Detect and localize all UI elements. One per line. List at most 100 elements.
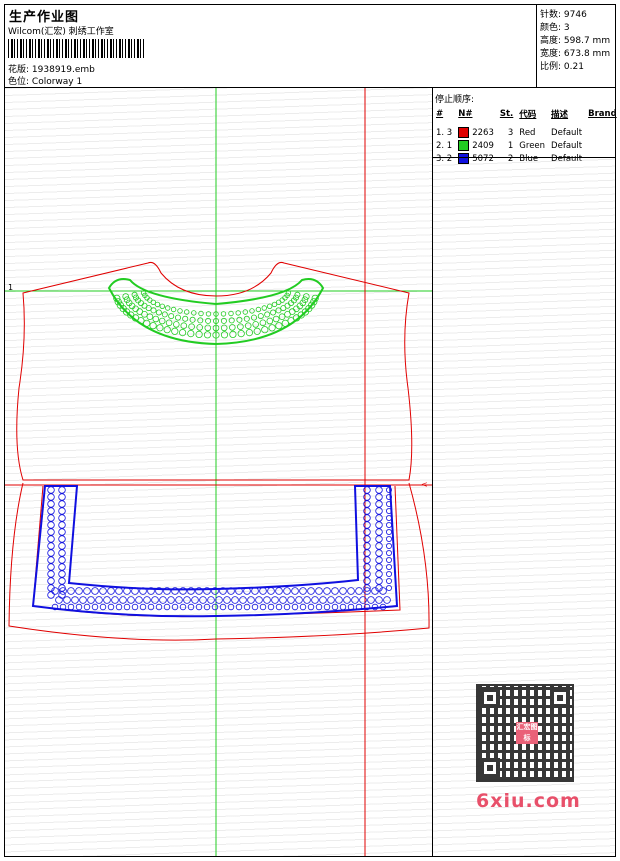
stitch-loop [171, 327, 179, 335]
stitch-loop [375, 507, 383, 515]
stitch-loop [187, 603, 195, 611]
stitch-loop [139, 603, 147, 611]
stitch-loop [47, 500, 55, 508]
stat-value: 0.21 [563, 62, 584, 72]
stitch-loop [197, 317, 204, 324]
stitch-loop [307, 587, 315, 595]
stitch-loop [79, 596, 87, 604]
stitch-loop [228, 317, 235, 324]
stitch-loop [383, 596, 391, 604]
stitch-loop [272, 315, 280, 323]
stitch-loop [375, 556, 383, 564]
stitch-loop [351, 596, 359, 604]
stitch-loop [111, 596, 119, 604]
stitch-loop [75, 587, 83, 595]
barcode [8, 39, 145, 58]
stitch-loop [219, 603, 227, 611]
stitch-loop [115, 603, 123, 611]
stitch-loop [155, 309, 162, 316]
stat-value: 9746 [563, 10, 587, 20]
col-brand: Brand [588, 109, 617, 119]
stat-label: 比例: [540, 62, 562, 72]
left-marker: 1 [8, 283, 13, 292]
stitch-loop [67, 603, 75, 611]
stitch-loop [229, 330, 237, 338]
stitch-loop [255, 596, 263, 604]
stitch-loop [107, 603, 115, 611]
stitch-loop [146, 313, 154, 321]
stitch-loop [235, 310, 241, 316]
stitch-loop [375, 549, 383, 557]
stitch-loop [278, 313, 286, 321]
stitch-loop [347, 587, 355, 595]
stitch-loop [271, 596, 279, 604]
stat-stitches: 针数: 9746 [540, 7, 587, 20]
stitch-loop [95, 596, 103, 604]
col-stitches: St. [499, 109, 514, 119]
stitch-loop [275, 307, 282, 314]
stitch-loop [228, 310, 234, 317]
stitch-loop [331, 603, 339, 611]
stitch-loop [339, 603, 347, 611]
colorway-value: Colorway 1 [31, 77, 83, 87]
row-element [585, 139, 620, 152]
stitch-loop [237, 323, 244, 331]
stitch-loop [259, 319, 267, 327]
stitch-loop [385, 577, 392, 584]
stitch-loop [283, 587, 291, 595]
stitch-loop [375, 521, 383, 529]
page-title: 生产作业图 [9, 10, 80, 25]
stitch-loop [47, 542, 55, 550]
watermark-logo: 6xiu.com [476, 790, 581, 812]
stitch-loop [267, 603, 275, 611]
stitch-loop [177, 308, 183, 314]
stitch-loop [311, 596, 319, 604]
stitch-loop [55, 596, 63, 604]
stitch-loop [179, 329, 187, 337]
stitch-loop [154, 301, 161, 308]
stitch-loop [203, 603, 211, 611]
stitch-loop [385, 549, 392, 556]
stitch-loop [249, 308, 255, 314]
stitch-loop [58, 507, 66, 515]
stitch-loop [179, 603, 187, 611]
col-description: 描述 [551, 110, 569, 120]
hem-band-outline [31, 485, 399, 618]
stitch-loop [245, 329, 253, 337]
row-stitches: 2263 [455, 126, 497, 139]
stitch-loop [67, 587, 75, 595]
stitch-loop [170, 306, 177, 313]
stitch-loop [375, 514, 383, 522]
row-code: 3 [507, 127, 514, 138]
stitch-loop [58, 549, 66, 557]
row-brand: Default [551, 140, 583, 151]
stitch-loop [291, 603, 299, 611]
stitch-loop [253, 327, 261, 335]
stitch-loop [267, 587, 275, 595]
stitch-loop [47, 556, 55, 564]
stitch-loop [367, 596, 375, 604]
right-marker: < [421, 480, 428, 489]
stitch-loop [385, 542, 392, 549]
stitch-loop [385, 521, 392, 528]
stitch-loop [119, 596, 127, 604]
stitch-loop [315, 603, 323, 611]
stitch-loop [165, 319, 173, 327]
stitch-loop [103, 596, 111, 604]
stitch-loop [141, 311, 148, 318]
stitch-loop [152, 315, 160, 323]
stat-label: 颜色: [540, 23, 562, 33]
stitch-loop [91, 587, 99, 595]
stitch-loop [99, 587, 107, 595]
stitch-loop [204, 324, 212, 332]
qr-finder [550, 688, 570, 708]
stitch-loop [58, 542, 66, 550]
stitch-loop [375, 486, 383, 494]
stitch-loop [283, 603, 291, 611]
stitch-loop [83, 603, 91, 611]
stitch-loop [149, 322, 157, 330]
stitch-loop [227, 603, 235, 611]
stitch-loop [75, 603, 83, 611]
seal-logo: 汇宏图标 [516, 722, 538, 744]
stitch-loop [99, 603, 107, 611]
